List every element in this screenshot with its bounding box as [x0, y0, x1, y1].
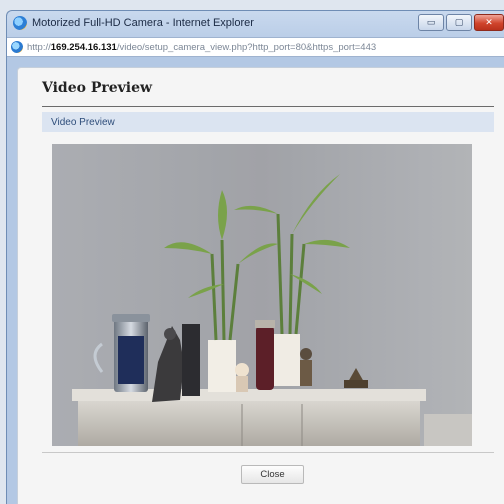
close-window-button[interactable]: ✕ [474, 14, 504, 31]
camera-preview-image [52, 144, 472, 446]
window-title: Motorized Full-HD Camera - Internet Expl… [32, 17, 254, 29]
minimize-button[interactable]: ▭ [418, 14, 444, 31]
close-button[interactable]: Close [241, 465, 304, 484]
page-title: Video Preview [42, 80, 153, 96]
title-divider [42, 106, 494, 107]
section-header: Video Preview [42, 112, 494, 132]
title-bar[interactable]: Motorized Full-HD Camera - Internet Expl… [7, 11, 504, 35]
internet-explorer-icon [13, 16, 27, 30]
window-controls: ▭ ▢ ✕ [418, 14, 504, 31]
maximize-button[interactable]: ▢ [446, 14, 472, 31]
section-label: Video Preview [51, 116, 115, 128]
url-text[interactable]: http://169.254.16.131/video/setup_camera… [27, 42, 376, 53]
video-preview [52, 144, 472, 446]
page-content: Video Preview Video Preview Close [17, 67, 504, 504]
address-bar[interactable]: http://169.254.16.131/video/setup_camera… [7, 37, 504, 57]
footer-divider [42, 452, 494, 453]
browser-window: Motorized Full-HD Camera - Internet Expl… [6, 10, 504, 504]
page-icon [11, 41, 23, 53]
